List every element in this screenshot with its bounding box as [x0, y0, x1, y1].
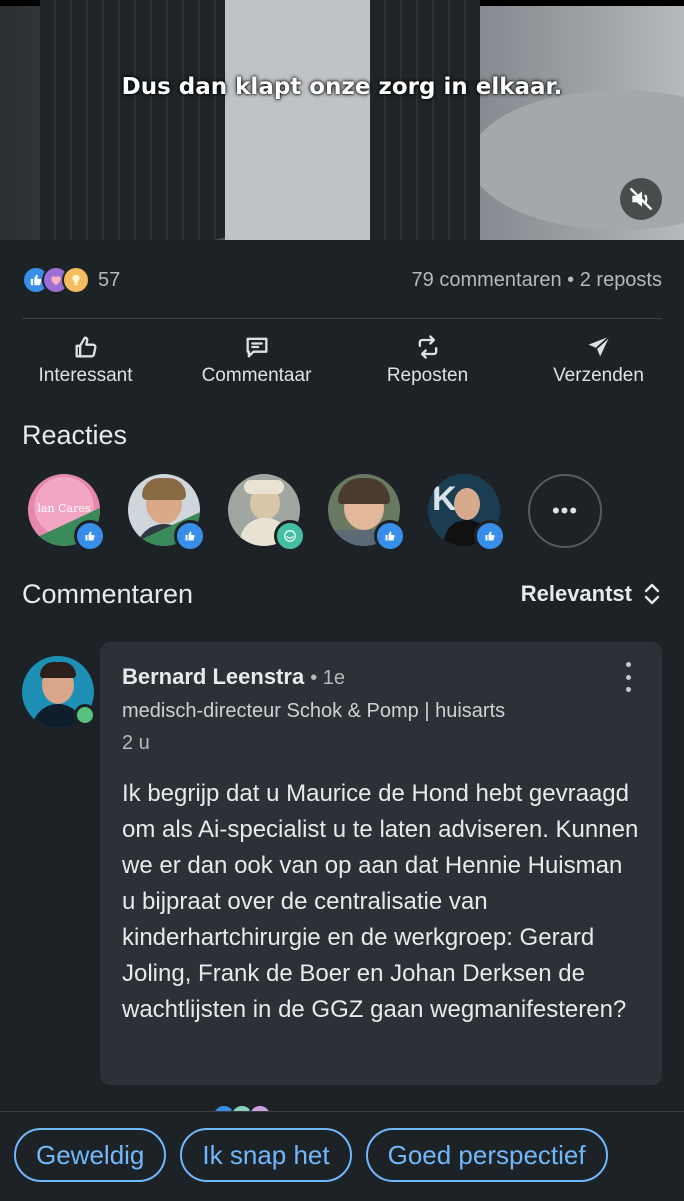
- muted-speaker-icon: [630, 188, 652, 210]
- reaction-count: 57: [98, 268, 121, 291]
- sort-label: Relevantst: [520, 581, 632, 606]
- interessant-label: Interessant: [38, 365, 133, 386]
- comment-icon: [246, 337, 267, 358]
- like-badge-icon: [174, 520, 206, 552]
- suggestion-chip[interactable]: Ik snap het: [180, 1128, 352, 1182]
- suggestion-chips: Geweldig Ik snap het Goed perspectief: [14, 1128, 622, 1182]
- action-bar: Interessant Commentaar Reposten Verzende…: [0, 330, 684, 390]
- reposten-button[interactable]: Reposten: [342, 330, 513, 390]
- comment-timestamp: 2 u: [122, 732, 150, 754]
- reactions-title: Reacties: [22, 420, 128, 450]
- commenter-avatar[interactable]: [22, 656, 96, 728]
- connection-degree: • 1e: [310, 667, 345, 689]
- like-badge-icon: [374, 520, 406, 552]
- reactor-avatar[interactable]: K: [428, 474, 506, 552]
- reactor-avatars: lan Cares K •••: [28, 474, 628, 552]
- suggestion-chip[interactable]: Goed perspectief: [365, 1128, 608, 1182]
- more-icon: •••: [528, 474, 602, 548]
- video-figure-jacket-left: [40, 0, 250, 240]
- reactor-avatar[interactable]: [228, 474, 306, 552]
- video-figure-shirt: [225, 0, 385, 240]
- commentaar-button[interactable]: Commentaar: [171, 330, 342, 390]
- commentaar-label: Commentaar: [201, 365, 312, 386]
- online-status-icon: [74, 704, 96, 726]
- funny-badge-icon: [274, 520, 306, 552]
- like-badge-icon: [474, 520, 506, 552]
- sort-chevrons-icon: [644, 583, 660, 605]
- comments-title: Commentaren: [22, 578, 194, 609]
- video-caption: Dus dan klapt onze zorg in elkaar.: [121, 74, 563, 100]
- comment-text: Ik begrijp dat u Maurice de Hond hebt ge…: [122, 780, 639, 1023]
- verzenden-button[interactable]: Verzenden: [513, 330, 684, 390]
- comments-header: Commentaren Relevantst: [22, 576, 662, 612]
- comment-author-headline: medisch-directeur Schok & Pomp | huisart…: [122, 700, 506, 722]
- video-figure-jacket-right: [370, 0, 480, 240]
- thumbs-up-icon: [75, 336, 97, 358]
- reaction-summary[interactable]: 57: [22, 266, 120, 294]
- more-reactors-button[interactable]: •••: [528, 474, 602, 548]
- comment-bubble: Bernard Leenstra • 1e medisch-directeur …: [100, 642, 662, 1085]
- video-player[interactable]: Dus dan klapt onze zorg in elkaar.: [0, 0, 684, 240]
- reposten-label: Reposten: [386, 365, 469, 386]
- divider: [22, 318, 662, 319]
- mute-button[interactable]: [620, 178, 662, 220]
- suggestion-chip[interactable]: Geweldig: [14, 1128, 167, 1182]
- interessant-button[interactable]: Interessant: [0, 330, 171, 390]
- comment-author-name[interactable]: Bernard Leenstra: [122, 664, 304, 690]
- send-icon: [588, 335, 610, 357]
- sort-dropdown[interactable]: Relevantst: [521, 581, 662, 607]
- insightful-icon: [62, 266, 90, 294]
- reactor-avatar[interactable]: lan Cares: [28, 474, 106, 552]
- suggestion-bar: Geweldig Ik snap het Goed perspectief: [0, 1111, 684, 1201]
- social-counts: 57 79 commentaren • 2 reposts: [22, 262, 662, 298]
- comment-stats[interactable]: 79 commentaren • 2 reposts: [412, 269, 662, 292]
- reactor-avatar[interactable]: [328, 474, 406, 552]
- verzenden-label: Verzenden: [553, 365, 644, 386]
- like-badge-icon: [74, 520, 106, 552]
- repost-icon: [418, 335, 437, 359]
- more-options-icon[interactable]: [616, 662, 640, 692]
- comment-author-row: Bernard Leenstra • 1e: [122, 664, 345, 690]
- reactor-avatar[interactable]: [128, 474, 206, 552]
